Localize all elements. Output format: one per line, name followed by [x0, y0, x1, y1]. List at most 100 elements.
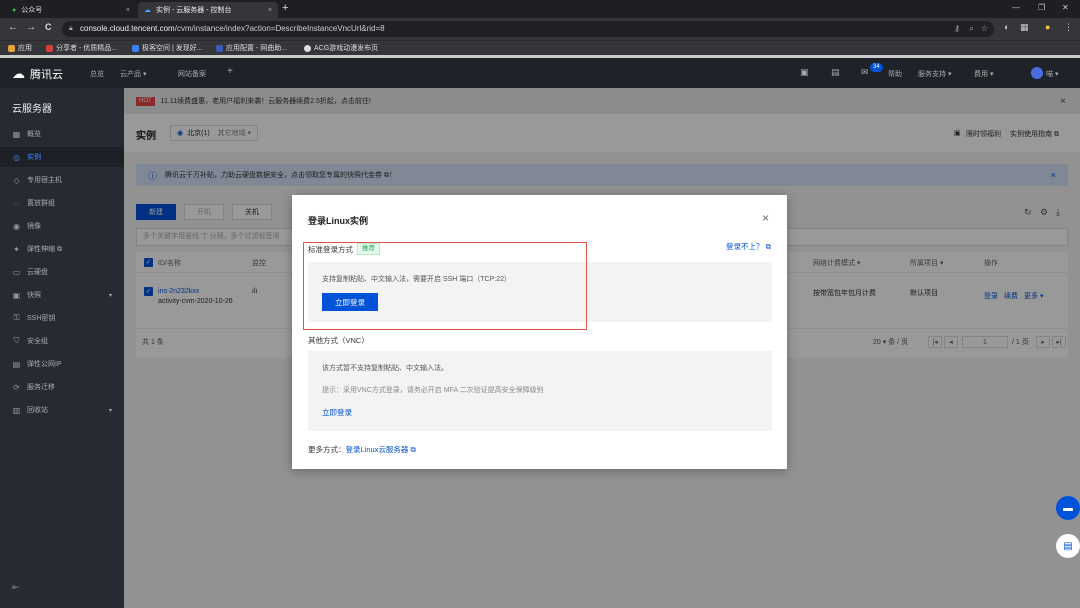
bookmark-2[interactable]: 极客空间 | 发现好...	[132, 43, 203, 53]
nav-billing[interactable]: 费用 ▾	[974, 69, 993, 79]
bookmark-icon	[46, 44, 53, 52]
maximize-button[interactable]: ❐	[1038, 3, 1045, 12]
bookmark-label: ACG游戏动漫发布页	[314, 45, 379, 52]
sidebar-item-label: 置放群组	[27, 200, 55, 207]
more-link[interactable]: 登录Linux云服务器 ⧉	[346, 445, 416, 454]
sidebar-title: 云服务器	[12, 104, 52, 115]
console-header: ☁ 腾讯云 总览 云产品 ▾ 网站备案 + ▣ ▤ ✉ 34 帮助 服务支持 ▾…	[0, 58, 1080, 88]
nav-user[interactable]: 喵 ▾	[1046, 69, 1058, 79]
back-button[interactable]: ←	[8, 22, 18, 33]
profile-icon[interactable]: ●	[1045, 22, 1050, 32]
nav-add[interactable]: +	[227, 66, 233, 77]
bookmark-label: 应用	[18, 45, 32, 52]
dialog-title: 登录Linux实例	[308, 216, 368, 226]
group-icon: ◌	[14, 198, 19, 208]
sidebar-item-label: 快照	[27, 292, 41, 299]
vnc-title: 其他方式（VNC）	[308, 336, 369, 345]
sidebar-item-label: 镜像	[27, 223, 41, 230]
doc-icon[interactable]: ▤	[1056, 534, 1080, 558]
sidebar-item-1[interactable]: ◎ 实例	[0, 147, 124, 167]
console-icon[interactable]: ▣	[800, 67, 809, 78]
tab-wechat[interactable]: ● 公众号 ×	[6, 2, 136, 18]
shield-icon: ⛉	[13, 336, 20, 345]
extension-icon[interactable]: ◐	[1004, 22, 1009, 32]
sidebar-item-0[interactable]: ▦ 概览	[0, 124, 124, 144]
sidebar-item-11[interactable]: ⟳ 服务迁移	[0, 377, 124, 397]
tab-label: 公众号	[21, 7, 43, 14]
doc-icon[interactable]: ▤	[831, 67, 840, 78]
sidebar-item-2[interactable]: ◇ 专用宿主机	[0, 170, 124, 190]
sidebar-item-9[interactable]: ⛉ 安全组	[0, 331, 124, 351]
image-icon: ◉	[13, 221, 20, 231]
bookmark-3[interactable]: 应用配置 - 网曲助...	[216, 43, 287, 53]
key-icon[interactable]: ⚷	[954, 21, 960, 37]
tencent-cloud-logo[interactable]: ☁ 腾讯云	[12, 66, 63, 82]
forward-button[interactable]: →	[26, 22, 36, 33]
address-bar-row: ← → C 🔒︎ console.cloud.tencent.com/cvm/i…	[0, 18, 1080, 40]
bookmark-icon	[132, 44, 139, 52]
nav-help[interactable]: 帮助	[888, 69, 902, 79]
scaling-icon: ✦	[13, 244, 20, 254]
star-icon[interactable]: ☆	[981, 21, 988, 37]
extension-icon[interactable]: ▦	[1020, 22, 1029, 33]
reload-button[interactable]: C	[45, 22, 52, 32]
close-tab-icon[interactable]: ×	[126, 7, 130, 14]
more-methods: 更多方式：登录Linux云服务器 ⧉	[308, 444, 416, 455]
bookmark-1[interactable]: 分享者 - 优质精品...	[46, 43, 117, 53]
key-icon: ⚿	[13, 313, 20, 322]
mail-icon[interactable]: ✉	[861, 67, 869, 78]
migrate-icon: ⟳	[13, 382, 20, 392]
minimize-button[interactable]: —	[1012, 3, 1020, 12]
sidebar-item-8[interactable]: ⚿ SSH密钥	[0, 308, 124, 328]
url-host: console.cloud.tencent.com	[80, 24, 175, 33]
url-input[interactable]: 🔒︎ console.cloud.tencent.com/cvm/instanc…	[62, 21, 994, 37]
chat-icon[interactable]: ▬	[1056, 496, 1080, 520]
bookmark-4[interactable]: ACG游戏动漫发布页	[304, 43, 378, 53]
collapse-sidebar-icon[interactable]: ⇤	[12, 582, 20, 593]
new-tab-button[interactable]: +	[282, 2, 288, 14]
vnc-login-panel: 该方式暂不支持复制粘贴、中文输入法。 提示：采用VNC方式登录，请务必开启 MF…	[308, 351, 772, 431]
grid-icon: ▦	[12, 129, 21, 139]
snapshot-icon: ▣	[12, 290, 21, 300]
sidebar-item-5[interactable]: ✦ 弹性伸缩 ⧉	[0, 239, 124, 259]
host-icon: ◇	[13, 175, 20, 185]
tab-label: 实例 - 云服务器 - 控制台	[156, 7, 232, 14]
vnc-login-link[interactable]: 立即登录	[322, 407, 352, 418]
bookmark-apps[interactable]: 应用	[8, 43, 32, 53]
cloud-logo-icon: ☁	[12, 66, 25, 81]
instance-icon: ◎	[13, 152, 20, 162]
sidebar-item-10[interactable]: ▤ 弹性公网IP	[0, 354, 124, 374]
sidebar-item-12[interactable]: ▥ 回收站 ▾	[0, 400, 124, 420]
bookmark-label: 分享者 - 优质精品...	[56, 45, 118, 52]
cloud-icon: ☁	[144, 7, 151, 14]
sidebar-item-label: 实例	[27, 154, 41, 161]
close-tab-icon[interactable]: ×	[268, 7, 272, 14]
browser-tab-bar: ● 公众号 × ☁ 实例 - 云服务器 - 控制台 × + — ❐ ✕	[0, 0, 1080, 18]
nav-products[interactable]: 云产品 ▾	[120, 69, 146, 79]
sidebar-item-6[interactable]: ▭ 云硬盘	[0, 262, 124, 282]
sidebar-item-label: 弹性伸缩 ⧉	[27, 246, 62, 253]
bookmark-icon	[304, 44, 311, 52]
zoom-icon[interactable]: ⌕	[970, 21, 974, 37]
sidebar-item-label: 服务迁移	[27, 384, 55, 391]
sidebar-item-4[interactable]: ◉ 镜像	[0, 216, 124, 236]
trash-icon: ▥	[12, 405, 21, 415]
bookmarks-bar: 应用 分享者 - 优质精品... 极客空间 | 发现好... 应用配置 - 网曲…	[0, 40, 1080, 55]
nav-overview[interactable]: 总览	[90, 69, 104, 79]
highlight-box	[303, 242, 587, 330]
cannot-login-link[interactable]: 登录不上？ ⧉	[726, 241, 771, 252]
close-icon[interactable]: ×	[762, 211, 769, 225]
window-close-button[interactable]: ✕	[1062, 3, 1069, 12]
sidebar-item-label: 安全组	[27, 338, 48, 345]
sidebar-item-7[interactable]: ▣ 快照 ▾	[0, 285, 124, 305]
nav-support[interactable]: 服务支持 ▾	[918, 69, 951, 79]
sidebar-item-label: 弹性公网IP	[27, 361, 62, 368]
chevron-down-icon: ▾	[108, 407, 112, 414]
tab-console[interactable]: ☁ 实例 - 云服务器 - 控制台 ×	[138, 2, 278, 18]
url-path: /cvm/instance/index?action=DescribeInsta…	[174, 24, 385, 33]
menu-icon[interactable]: ⋮	[1064, 22, 1073, 33]
avatar[interactable]	[1031, 67, 1043, 79]
sidebar-item-3[interactable]: ◌ 置放群组	[0, 193, 124, 213]
message-badge: 34	[870, 63, 883, 72]
nav-icp[interactable]: 网站备案	[178, 69, 206, 79]
